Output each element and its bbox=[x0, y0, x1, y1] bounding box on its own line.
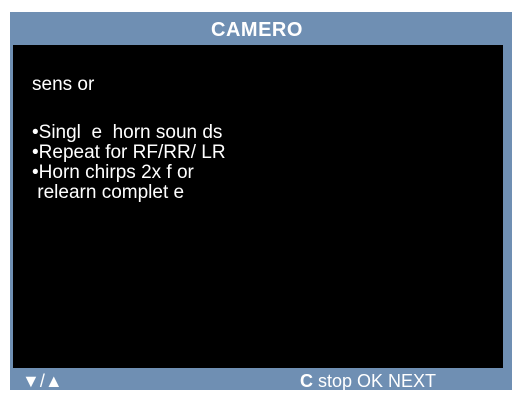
instruction-list: •Singl e horn soun ds •Repeat for RF/RR/… bbox=[32, 123, 503, 203]
instruction-item: relearn complet e bbox=[32, 182, 185, 203]
scan-tool-device: CAMERO sens or •Singl e horn soun ds •Re… bbox=[10, 12, 512, 391]
screen-heading: sens or bbox=[32, 74, 95, 95]
display-screen: sens or •Singl e horn soun ds •Repeat fo… bbox=[13, 45, 503, 368]
footer-actions: C stop OK NEXT bbox=[300, 368, 436, 394]
instruction-item: •Repeat for RF/RR/ LR bbox=[32, 142, 226, 163]
next-label[interactable]: NEXT bbox=[388, 371, 436, 391]
stop-label: stop bbox=[313, 371, 358, 391]
footer-bar: ▼ / ▲ C stop OK NEXT bbox=[10, 368, 504, 391]
instruction-item: •Singl e horn soun ds bbox=[32, 122, 223, 143]
ok-label[interactable]: OK bbox=[357, 371, 388, 391]
up-arrow-icon[interactable]: ▲ bbox=[45, 368, 63, 394]
c-key-button[interactable]: C bbox=[300, 371, 313, 391]
vehicle-title: CAMERO bbox=[10, 12, 504, 45]
down-arrow-icon[interactable]: ▼ bbox=[22, 368, 40, 394]
instruction-item: •Horn chirps 2x f or bbox=[32, 162, 194, 183]
scroll-arrows[interactable]: ▼ / ▲ bbox=[22, 368, 63, 394]
